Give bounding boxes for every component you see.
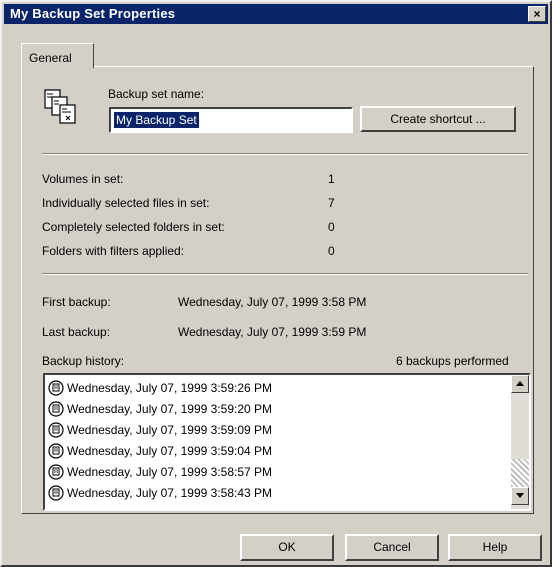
cancel-label: Cancel [373,540,411,554]
individual-files-value: 7 [328,196,335,210]
backup-history-icon [48,380,64,396]
filtered-folders-value: 0 [328,244,335,258]
scroll-down-icon [516,493,524,498]
first-backup-label: First backup: [42,295,111,309]
volumes-value: 1 [328,172,335,186]
complete-folders-value: 0 [328,220,335,234]
help-label: Help [482,540,508,554]
backup-history-label: Backup history: [42,354,125,368]
backups-performed-count: 6 backups performed [396,354,509,368]
backup-set-name-label: Backup set name: [108,87,205,101]
history-item-text: Wednesday, July 07, 1999 3:59:09 PM [67,423,273,437]
backup-set-name-field[interactable]: My Backup Set [109,107,353,133]
complete-folders-label: Completely selected folders in set: [42,220,225,234]
scroll-track[interactable] [511,459,529,487]
window-title: My Backup Set Properties [10,6,176,21]
individual-files-label: Individually selected files in set: [42,196,210,210]
history-item-text: Wednesday, July 07, 1999 3:58:43 PM [67,486,273,500]
properties-dialog: My Backup Set Properties × General Backu… [0,0,552,567]
separator-top [42,153,528,155]
help-button[interactable]: Help [448,534,542,561]
filtered-folders-label: Folders with filters applied: [42,244,185,258]
history-item-text: Wednesday, July 07, 1999 3:59:04 PM [67,444,273,458]
history-item-text: Wednesday, July 07, 1999 3:59:20 PM [67,402,273,416]
scroll-up-button[interactable] [511,375,529,393]
tab-general[interactable]: General [21,43,94,68]
scroll-down-button[interactable] [511,487,529,505]
cancel-button[interactable]: Cancel [345,534,439,561]
backup-set-name-value: My Backup Set [114,112,199,128]
separator-bottom [42,273,528,275]
backup-history-icon [48,401,64,417]
first-backup-value: Wednesday, July 07, 1999 3:58 PM [178,295,367,309]
create-shortcut-label: Create shortcut ... [390,112,486,126]
backup-set-icon [44,89,76,124]
close-button[interactable]: × [528,6,546,22]
last-backup-label: Last backup: [42,325,111,339]
backup-history-list[interactable]: Wednesday, July 07, 1999 3:59:26 PM Wedne… [43,373,531,511]
backup-history-icon [48,464,64,480]
backup-history-icon [48,443,64,459]
close-icon: × [533,7,541,21]
history-item-text: Wednesday, July 07, 1999 3:59:26 PM [67,381,273,395]
create-shortcut-button[interactable]: Create shortcut ... [360,106,516,132]
ok-label: OK [278,540,296,554]
tab-general-label: General [29,51,72,65]
volumes-label: Volumes in set: [42,172,124,186]
last-backup-value: Wednesday, July 07, 1999 3:59 PM [178,325,367,339]
history-scrollbar[interactable] [511,375,529,509]
backup-history-icon [48,485,64,501]
history-item-text: Wednesday, July 07, 1999 3:58:57 PM [67,465,273,479]
scroll-up-icon [516,381,524,386]
backup-history-icon [48,422,64,438]
ok-button[interactable]: OK [240,534,334,561]
general-tab-panel: Backup set name: My Backup Set Create sh… [21,66,534,514]
title-bar[interactable]: My Backup Set Properties × [4,4,548,24]
